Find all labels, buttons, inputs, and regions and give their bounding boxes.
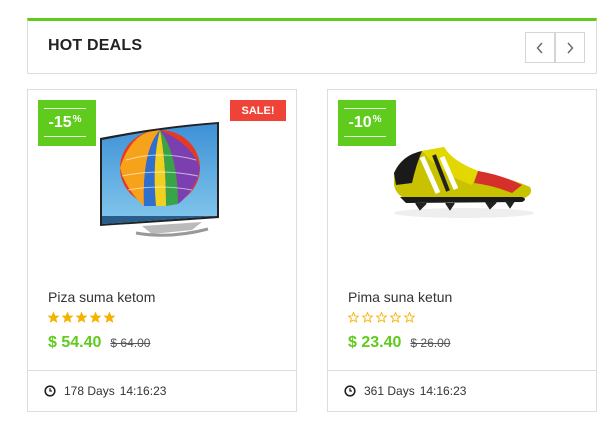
star-filled-icon [76, 312, 87, 323]
deal-countdown: 178 Days 14:16:23 [28, 370, 296, 411]
price-current: $ 23.40 [348, 334, 402, 351]
star-filled-icon [62, 312, 73, 323]
star-filled-icon [90, 312, 101, 323]
discount-sign: % [372, 114, 382, 125]
price-current: $ 54.40 [48, 334, 102, 351]
discount-sign: % [72, 114, 82, 125]
hot-deals-header: HOT DEALS [27, 18, 597, 74]
star-empty-icon [362, 312, 373, 323]
next-button[interactable] [555, 32, 585, 63]
sale-badge: SALE! [230, 100, 286, 121]
star-empty-icon [404, 312, 415, 323]
product-card[interactable]: -15 % SALE! Piza suma ketom $ 54.40 $ 64… [27, 89, 297, 412]
star-filled-icon [48, 312, 59, 323]
star-rating [48, 312, 115, 326]
chevron-left-icon [536, 42, 543, 53]
chevron-right-icon [567, 42, 574, 53]
countdown-time: 14:16:23 [119, 384, 167, 398]
discount-value: -10 [348, 113, 372, 131]
price-old: $ 64.00 [110, 336, 151, 350]
discount-badge: -10 % [338, 100, 396, 146]
countdown-days: 361 Days [364, 384, 415, 398]
curved-tv-image [100, 122, 219, 237]
star-rating [348, 312, 415, 326]
countdown-time: 14:16:23 [419, 384, 467, 398]
clock-icon [44, 385, 56, 397]
clock-icon [344, 385, 356, 397]
discount-value: -15 [48, 113, 72, 131]
star-filled-icon [104, 312, 115, 323]
discount-badge: -15 % [38, 100, 96, 146]
deal-countdown: 361 Days 14:16:23 [328, 370, 596, 411]
football-boot-image [394, 147, 534, 218]
product-name[interactable]: Pima suna ketun [348, 289, 452, 305]
product-name[interactable]: Piza suma ketom [48, 289, 155, 305]
star-empty-icon [390, 312, 401, 323]
price-row: $ 23.40 $ 26.00 [348, 334, 450, 352]
star-empty-icon [348, 312, 359, 323]
countdown-days: 178 Days [64, 384, 115, 398]
product-card[interactable]: -10 % Pima suna ketun $ 23.40 $ 26.00 36… [327, 89, 597, 412]
price-old: $ 26.00 [410, 336, 451, 350]
prev-button[interactable] [525, 32, 555, 63]
star-empty-icon [376, 312, 387, 323]
price-row: $ 54.40 $ 64.00 [48, 334, 150, 352]
section-title: HOT DEALS [48, 37, 143, 54]
